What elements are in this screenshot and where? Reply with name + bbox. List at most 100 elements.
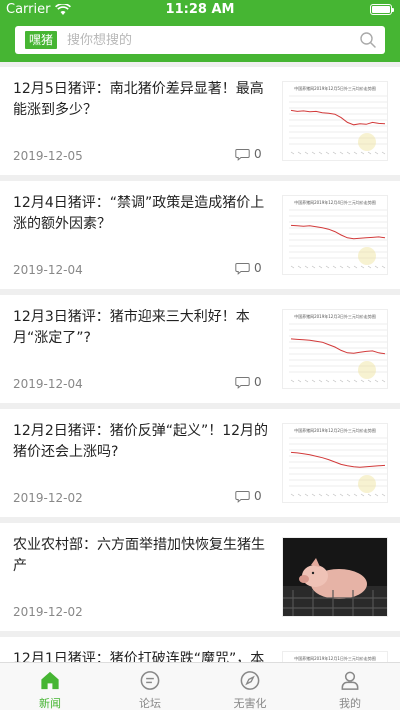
trend-line	[290, 338, 386, 355]
chart-x-tick	[346, 493, 351, 497]
chart-x-tick	[360, 493, 365, 497]
chart-x-tick	[297, 379, 302, 383]
news-card[interactable]: 12月3日猪评：猪市迎来三大利好！本月“涨定了”? 2019-12-04 0 中国养猪…	[0, 295, 400, 403]
news-title: 农业农村部：六方面举措加快恢复生猪生产	[13, 537, 265, 574]
chart-x-tick	[367, 493, 372, 497]
search-bar[interactable]: 嘿猪	[15, 26, 385, 54]
chat-bubble-icon	[140, 671, 160, 690]
watermark-logo	[358, 361, 376, 379]
home-icon	[41, 671, 59, 690]
trend-chart	[283, 652, 388, 662]
chart-x-tick	[374, 379, 379, 383]
chart-x-tick	[374, 493, 379, 497]
chart-x-tick	[318, 493, 323, 497]
chart-x-tick	[311, 493, 316, 497]
chart-x-tick	[367, 379, 372, 383]
chart-x-tick	[290, 379, 295, 383]
compass-icon	[240, 671, 260, 690]
chart-x-tick	[353, 151, 358, 155]
news-card[interactable]: 12月1日猪评：猪价打破连跌“魔咒”，本 中国养猪网2019年12月1日外三元均价…	[0, 637, 400, 662]
chart-x-tick	[339, 493, 344, 497]
chart-x-tick	[339, 379, 344, 383]
chart-x-tick	[290, 265, 295, 269]
chart-x-tick	[332, 151, 337, 155]
chart-x-tick	[346, 265, 351, 269]
comment-count[interactable]: 0	[235, 261, 262, 275]
chart-x-tick	[381, 379, 386, 383]
news-title: 12月3日猪评：猪市迎来三大利好！本月“涨定了”?	[13, 309, 250, 346]
news-card[interactable]: 12月2日猪评：猪价反弹“起义”！12月的猪价还会上涨吗? 2019-12-02 0…	[0, 409, 400, 517]
comment-count[interactable]: 0	[235, 375, 262, 389]
comment-count-value: 0	[254, 147, 262, 161]
search-input[interactable]	[67, 32, 359, 48]
tab-label: 论坛	[139, 697, 161, 710]
chart-x-tick	[325, 151, 330, 155]
tab-compass[interactable]: 无害化	[200, 663, 300, 710]
chart-x-tick	[325, 493, 330, 497]
chart-x-tick	[332, 265, 337, 269]
comment-count[interactable]: 0	[235, 147, 262, 161]
chart-x-tick	[311, 151, 316, 155]
search-icon[interactable]	[359, 31, 377, 49]
chart-x-tick	[325, 265, 330, 269]
news-title: 12月5日猪评：南北猪价差异显著！最高能涨到多少？	[13, 81, 264, 118]
news-title: 12月1日猪评：猪价打破连跌“魔咒”，本	[13, 651, 265, 662]
chart-x-tick	[353, 265, 358, 269]
news-list[interactable]: 12月5日猪评：南北猪价差异显著！最高能涨到多少？ 2019-12-05 0 中国养猪…	[0, 67, 400, 662]
chart-x-tick	[297, 151, 302, 155]
comment-count[interactable]: 0	[235, 489, 262, 503]
tab-home[interactable]: 新闻	[0, 663, 100, 710]
chart-x-tick	[311, 379, 316, 383]
comment-count-value: 0	[254, 261, 262, 275]
trend-chart	[289, 437, 387, 497]
price-trend-chart-thumbnail: 中国养猪网2019年12月1日外三元均价走势图	[282, 651, 388, 662]
chart-x-tick	[339, 265, 344, 269]
news-card[interactable]: 农业农村部：六方面举措加快恢复生猪生产 2019-12-02	[0, 523, 400, 631]
status-time: 11:28 AM	[165, 2, 235, 17]
chart-x-tick	[318, 151, 323, 155]
tab-user[interactable]: 我的	[300, 663, 400, 710]
trend-line	[290, 451, 386, 468]
chart-x-tick	[353, 379, 358, 383]
chart-x-tick	[304, 493, 309, 497]
chart-x-tick	[318, 265, 323, 269]
chart-x-tick	[346, 151, 351, 155]
trend-line	[290, 109, 386, 126]
pig-photo	[283, 538, 387, 616]
news-date: 2019-12-04	[13, 263, 83, 277]
news-date: 2019-12-02	[13, 491, 83, 505]
comment-icon	[235, 262, 250, 275]
battery-icon	[370, 4, 394, 15]
chart-x-tick	[332, 379, 337, 383]
price-trend-chart-thumbnail: 中国养猪网2019年12月3日外三元均价走势图	[282, 309, 388, 389]
tab-bar: 新闻 论坛 无害化 我的	[0, 662, 400, 710]
chart-x-tick	[374, 151, 379, 155]
news-card[interactable]: 12月5日猪评：南北猪价差异显著！最高能涨到多少？ 2019-12-05 0 中国养猪…	[0, 67, 400, 175]
pig-photo-thumbnail	[282, 537, 388, 617]
chart-x-tick	[360, 151, 365, 155]
chart-x-tick	[360, 265, 365, 269]
header: Carrier 11:28 AM 嘿猪	[0, 0, 400, 62]
chart-x-tick	[318, 379, 323, 383]
app: Carrier 11:28 AM 嘿猪 12月5日猪评：南北猪价差异显著！最高能…	[0, 0, 400, 710]
news-title: 12月4日猪评：“禁调”政策是造成猪价上涨的额外因素？	[13, 195, 265, 232]
status-bar: Carrier 11:28 AM	[0, 0, 400, 20]
user-icon	[341, 671, 359, 690]
chart-x-tick	[290, 493, 295, 497]
chart-x-tick	[381, 151, 386, 155]
comment-icon	[235, 376, 250, 389]
price-trend-chart-thumbnail: 中国养猪网2019年12月5日外三元均价走势图	[282, 81, 388, 161]
chart-x-tick	[360, 379, 365, 383]
chart-x-tick	[325, 379, 330, 383]
comment-icon	[235, 490, 250, 503]
chart-x-tick	[304, 265, 309, 269]
chart-x-tick	[339, 151, 344, 155]
chart-x-tick	[290, 151, 295, 155]
tab-label: 无害化	[233, 697, 267, 710]
chart-x-tick	[304, 379, 309, 383]
chart-x-tick	[311, 265, 316, 269]
comment-count-value: 0	[254, 375, 262, 389]
news-card[interactable]: 12月4日猪评：“禁调”政策是造成猪价上涨的额外因素？ 2019-12-04 0 中国…	[0, 181, 400, 289]
tab-chat-bubble[interactable]: 论坛	[100, 663, 200, 710]
search-brand-tag: 嘿猪	[25, 31, 58, 49]
